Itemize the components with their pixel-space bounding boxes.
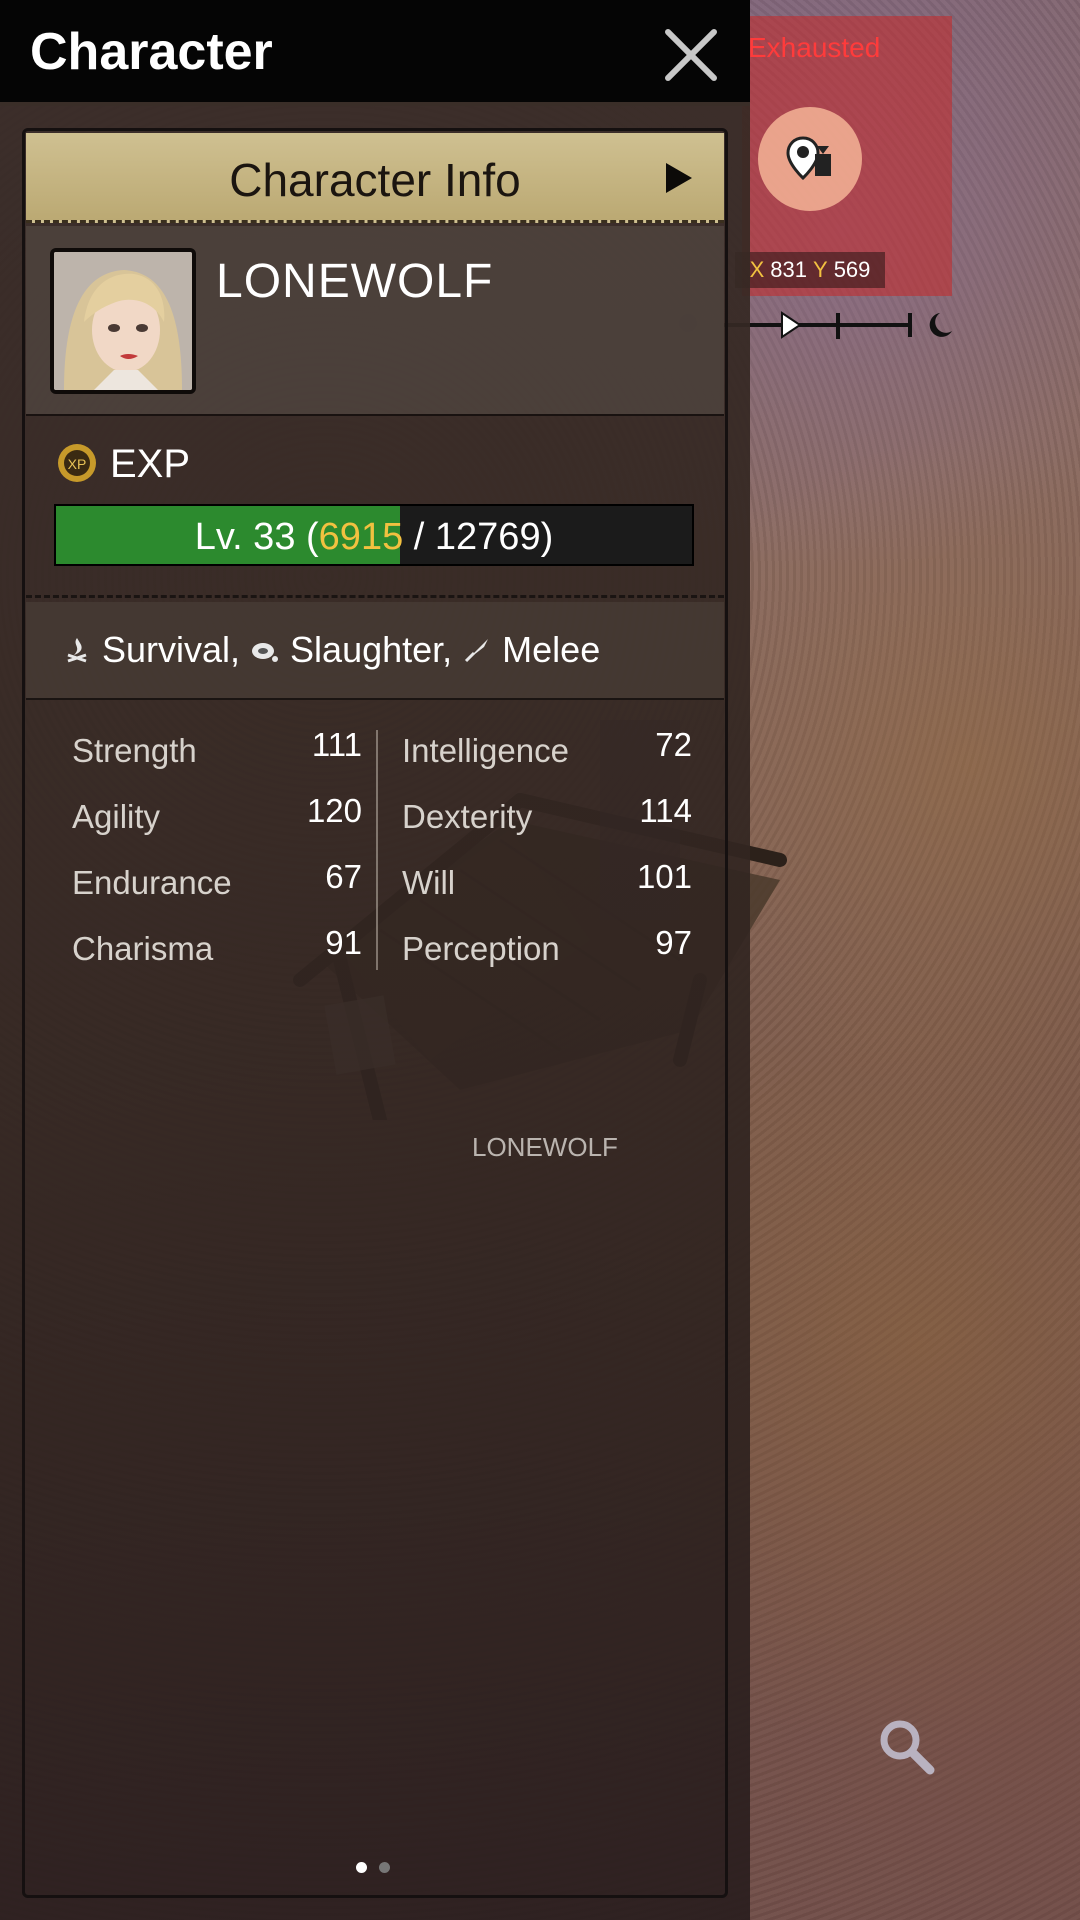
stats-divider	[376, 730, 378, 970]
exp-progress-bar: Lv. 33 (6915 / 12769)	[54, 504, 694, 566]
level-text: Lv. 33	[194, 516, 296, 558]
stat-value: 114	[639, 792, 692, 829]
coord-y-value: 569	[833, 257, 871, 282]
status-label: Exhausted	[748, 32, 881, 63]
xp-icon: XP	[58, 444, 96, 482]
skill-slaughter-label: Slaughter,	[290, 629, 453, 670]
skill-survival: Survival,	[62, 629, 240, 671]
page-title: Character	[30, 23, 273, 81]
stat-value: 111	[311, 726, 362, 763]
stat-name: Dexterity	[402, 798, 533, 835]
stat-row: Intelligence 72	[402, 720, 692, 786]
exp-max: 12769	[434, 516, 541, 558]
stats-right-column: Intelligence 72 Dexterity 114 Will 101 P…	[402, 720, 692, 984]
close-button[interactable]	[658, 22, 724, 88]
play-arrow-icon	[666, 163, 692, 193]
stat-row: Will 101	[402, 852, 692, 918]
stat-name: Perception	[402, 930, 560, 967]
stat-row: Perception 97	[402, 918, 692, 984]
stat-row: Dexterity 114	[402, 786, 692, 852]
time-marker-icon	[781, 311, 802, 339]
page-dot[interactable]	[379, 1862, 390, 1873]
exp-section: XP EXP Lv. 33 (6915 / 12769)	[26, 420, 724, 598]
search-button[interactable]	[874, 1714, 938, 1778]
stat-value: 91	[325, 924, 362, 961]
meat-icon	[252, 643, 279, 662]
stats-grid: Strength 111 Agility 120 Endurance 67 Ch…	[26, 720, 724, 1000]
stat-value: 101	[636, 858, 692, 895]
page-dot-active[interactable]	[356, 1862, 367, 1873]
avatar[interactable]	[50, 248, 196, 394]
stat-name: Endurance	[72, 864, 232, 901]
location-pin-icon	[786, 136, 831, 181]
skills-row: Survival, Slaughter, Melee	[26, 602, 724, 700]
coord-y-label: Y	[813, 257, 828, 282]
skill-survival-label: Survival,	[102, 629, 241, 670]
skill-slaughter: Slaughter,	[250, 629, 452, 671]
coord-x-value: 831	[770, 257, 807, 282]
tab-character-info[interactable]: Character Info	[26, 133, 724, 223]
stat-name: Will	[402, 864, 456, 901]
stat-name: Agility	[72, 798, 161, 835]
exp-separator: /	[413, 516, 425, 558]
stat-row: Agility 120	[72, 786, 362, 852]
exp-progress-text: Lv. 33 (6915 / 12769)	[56, 516, 692, 559]
stat-row: Charisma 91	[72, 918, 362, 984]
exp-open-paren: (	[306, 516, 319, 558]
exp-label: EXP	[110, 442, 191, 486]
stat-name: Strength	[72, 732, 197, 769]
player-name: LONEWOLF	[216, 255, 494, 308]
coord-x-label: X	[749, 257, 765, 282]
exp-current: 6915	[318, 516, 404, 558]
stats-left-column: Strength 111 Agility 120 Endurance 67 Ch…	[72, 720, 362, 984]
search-icon	[880, 1720, 935, 1775]
stat-row: Strength 111	[72, 720, 362, 786]
stat-value: 72	[655, 726, 692, 763]
skill-melee-label: Melee	[502, 629, 601, 670]
location-pin-button[interactable]	[758, 107, 862, 211]
header-bar: Character	[0, 0, 750, 106]
profile-section: LONEWOLF	[26, 226, 724, 416]
stat-row: Endurance 67	[72, 852, 362, 918]
svg-text:XP: XP	[68, 456, 87, 472]
exp-close-paren: )	[540, 516, 554, 558]
stat-value: 97	[655, 924, 692, 961]
world-nameplate: LONEWOLF	[472, 1132, 618, 1162]
skill-melee: Melee	[462, 629, 600, 671]
stat-value: 67	[325, 858, 362, 895]
close-icon	[665, 29, 717, 81]
page-indicator	[356, 1862, 390, 1873]
stat-name: Charisma	[72, 930, 214, 967]
blade-icon	[465, 639, 489, 663]
moon-icon	[929, 313, 952, 337]
coordinates-readout: X 831 Y 569	[735, 252, 885, 288]
stat-value: 120	[306, 792, 362, 829]
stat-name: Intelligence	[402, 732, 569, 769]
campfire-icon	[67, 638, 87, 663]
tab-character-info-label: Character Info	[229, 154, 521, 206]
